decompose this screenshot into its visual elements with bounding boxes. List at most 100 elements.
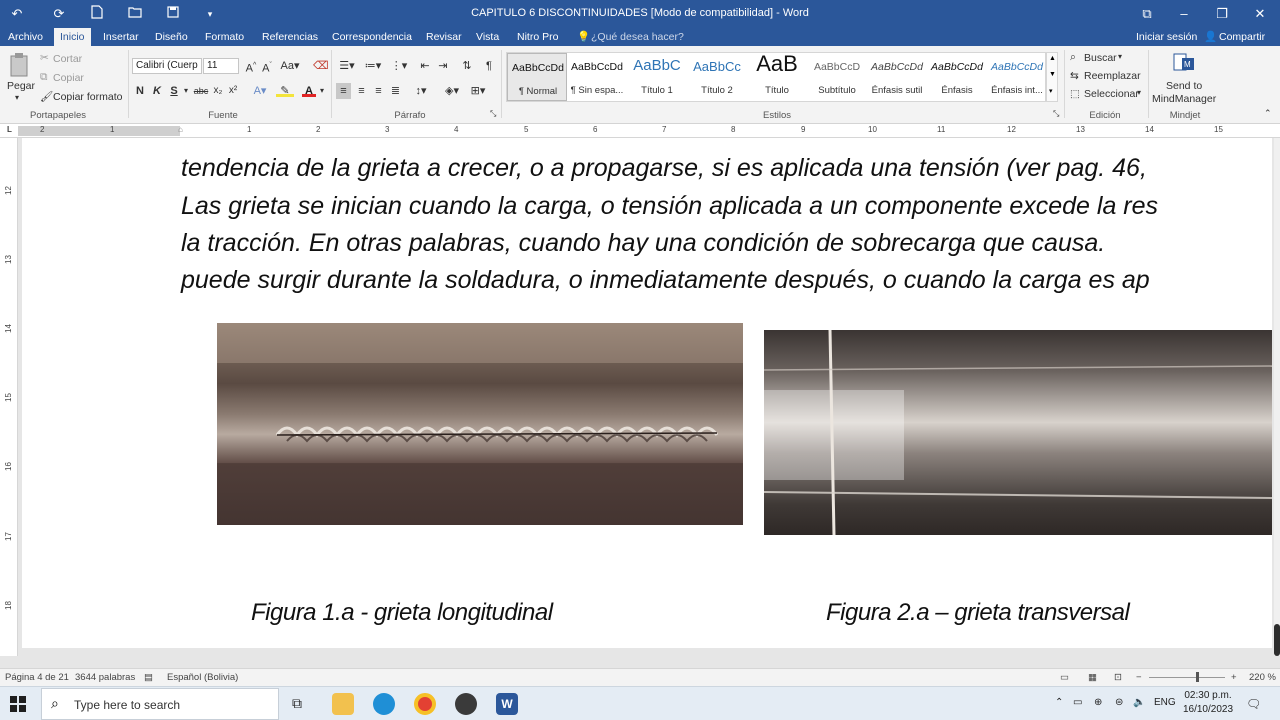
styles-gallery-scroll[interactable]: ▲ ▼ ▾ bbox=[1046, 52, 1058, 102]
file-explorer-icon[interactable] bbox=[332, 693, 354, 715]
maximize-button[interactable]: ❐ bbox=[1208, 4, 1236, 24]
sign-in-link[interactable]: Iniciar sesión bbox=[1136, 28, 1197, 46]
zoom-level[interactable]: 220 % bbox=[1249, 672, 1276, 683]
increase-indent-icon[interactable]: ⇥ bbox=[436, 58, 450, 74]
zoom-out-icon[interactable]: − bbox=[1136, 672, 1142, 683]
align-left-icon[interactable]: ≡ bbox=[336, 83, 351, 99]
style-subtle-emphasis[interactable]: AaBbCcDd Énfasis sutil bbox=[867, 53, 927, 101]
decrease-indent-icon[interactable]: ⇤ bbox=[418, 58, 432, 74]
sort-icon[interactable]: ⇅ bbox=[460, 58, 474, 74]
font-color-icon[interactable]: A bbox=[302, 83, 316, 97]
superscript-icon[interactable]: x² bbox=[227, 83, 239, 99]
windows-start-icon[interactable] bbox=[9, 695, 27, 713]
print-layout-icon[interactable]: ▦ bbox=[1088, 672, 1097, 683]
collapse-ribbon-icon[interactable]: ⌃ bbox=[1264, 108, 1272, 119]
align-center-icon[interactable]: ≡ bbox=[354, 83, 369, 99]
chevron-up-icon[interactable]: ▲ bbox=[1049, 55, 1056, 62]
find-button[interactable]: Buscar bbox=[1084, 52, 1117, 64]
taskbar-search-box[interactable]: ⌕ Type here to search bbox=[41, 688, 279, 720]
tell-me-search[interactable]: ¿Qué desea hacer? bbox=[591, 28, 684, 46]
font-color-dropdown-icon[interactable]: ▾ bbox=[318, 83, 326, 99]
input-language[interactable]: ENG bbox=[1154, 697, 1176, 708]
tab-formato[interactable]: Formato bbox=[199, 28, 250, 46]
notifications-icon[interactable]: 🗨 bbox=[1246, 697, 1261, 711]
tab-vista[interactable]: Vista bbox=[470, 28, 505, 46]
text-effects-icon[interactable]: A▾ bbox=[252, 83, 268, 99]
tab-referencias[interactable]: Referencias bbox=[256, 28, 324, 46]
style-intense-emphasis[interactable]: AaBbCcDd Énfasis int... bbox=[987, 53, 1047, 101]
paste-button[interactable]: Pegar bbox=[7, 80, 35, 92]
send-to-label[interactable]: Send to bbox=[1166, 80, 1202, 92]
minimize-button[interactable]: – bbox=[1170, 4, 1198, 24]
zoom-slider[interactable] bbox=[1149, 677, 1225, 678]
line-spacing-icon[interactable]: ↕▾ bbox=[410, 83, 432, 99]
paste-icon[interactable] bbox=[8, 52, 32, 78]
tab-insertar[interactable]: Insertar bbox=[97, 28, 145, 46]
style-heading-2[interactable]: AaBbCc Título 2 bbox=[687, 53, 747, 101]
style-no-spacing[interactable]: AaBbCcDd ¶ Sin espa... bbox=[567, 53, 627, 101]
strikethrough-icon[interactable]: abc bbox=[193, 83, 209, 99]
mindmanager-label[interactable]: MindManager bbox=[1152, 93, 1216, 105]
read-mode-icon[interactable]: ▭ bbox=[1060, 672, 1069, 683]
vertical-ruler[interactable]: 12 13 14 15 16 17 18 bbox=[0, 138, 18, 656]
battery-icon[interactable]: ▭ bbox=[1073, 697, 1082, 708]
bullets-icon[interactable]: ☰▾ bbox=[336, 58, 358, 74]
bold-button[interactable]: N bbox=[134, 83, 146, 99]
change-case-icon[interactable]: Aa▾ bbox=[280, 58, 300, 74]
underline-button[interactable]: S bbox=[168, 83, 180, 99]
paragraph-line[interactable]: puede surgir durante la soldadura, o inm… bbox=[181, 266, 1150, 295]
mindmanager-icon[interactable]: M bbox=[1172, 52, 1196, 76]
tab-diseno[interactable]: Diseño bbox=[149, 28, 194, 46]
tab-nitro-pro[interactable]: Nitro Pro bbox=[511, 28, 564, 46]
style-subtitle[interactable]: AaBbCcD Subtítulo bbox=[807, 53, 867, 101]
wifi-icon[interactable]: ⊜ bbox=[1115, 697, 1123, 708]
numbering-icon[interactable]: ≔▾ bbox=[362, 58, 384, 74]
zoom-in-icon[interactable]: + bbox=[1231, 672, 1237, 683]
chrome-icon[interactable] bbox=[414, 693, 436, 715]
shading-icon[interactable]: ◈▾ bbox=[441, 83, 463, 99]
style-emphasis[interactable]: AaBbCcDd Énfasis bbox=[927, 53, 987, 101]
style-normal[interactable]: AaBbCcDd ¶ Normal bbox=[507, 53, 567, 101]
shrink-font-icon[interactable]: Aˇ bbox=[260, 58, 274, 75]
format-painter-button[interactable]: Copiar formato bbox=[53, 91, 122, 103]
word-count[interactable]: 3644 palabras bbox=[75, 672, 135, 683]
zoom-slider-thumb[interactable] bbox=[1196, 672, 1199, 682]
select-button[interactable]: Seleccionar bbox=[1084, 88, 1139, 100]
styles-dialog-launcher-icon[interactable]: ⤡ bbox=[1053, 109, 1059, 119]
indent-marker-icon[interactable]: ⌂ bbox=[178, 125, 183, 134]
document-page[interactable]: tendencia de la grieta a crecer, o a pro… bbox=[22, 138, 1272, 648]
figure-longitudinal-crack-photo[interactable] bbox=[217, 323, 743, 525]
tab-archivo[interactable]: Archivo bbox=[2, 28, 49, 46]
horizontal-ruler[interactable]: L 2 1 ⌂ 1 2 3 4 5 6 7 8 9 10 11 12 13 14… bbox=[0, 124, 1280, 138]
dialog-launcher-icon[interactable]: ⤡ bbox=[490, 109, 496, 119]
share-button[interactable]: Compartir bbox=[1219, 28, 1265, 46]
paragraph-line[interactable]: Las grieta se inician cuando la carga, o… bbox=[181, 192, 1158, 221]
subscript-icon[interactable]: x₂ bbox=[212, 83, 224, 99]
underline-dropdown-icon[interactable]: ▾ bbox=[182, 83, 190, 99]
whatsapp-icon[interactable] bbox=[455, 693, 477, 715]
clear-formatting-icon[interactable]: ⌫ bbox=[313, 58, 329, 74]
align-right-icon[interactable]: ≡ bbox=[371, 83, 386, 99]
paragraph-line[interactable]: tendencia de la grieta a crecer, o a pro… bbox=[181, 154, 1147, 183]
more-styles-icon[interactable]: ▾ bbox=[1049, 87, 1053, 95]
grow-font-icon[interactable]: A^ bbox=[244, 58, 258, 75]
proofing-icon[interactable]: ▤ bbox=[144, 672, 153, 683]
style-title[interactable]: AaB Título bbox=[747, 51, 807, 101]
tab-inicio[interactable]: Inicio bbox=[54, 28, 91, 46]
multilevel-list-icon[interactable]: ⋮▾ bbox=[388, 58, 410, 74]
font-size-select[interactable]: 11 bbox=[203, 58, 239, 74]
language-indicator[interactable]: Español (Bolivia) bbox=[167, 672, 238, 683]
figure-transverse-crack-photo[interactable] bbox=[764, 330, 1272, 535]
system-clock[interactable]: 02:30 p.m. 16/10/2023 bbox=[1178, 689, 1238, 717]
tab-correspondencia[interactable]: Correspondencia bbox=[326, 28, 418, 46]
find-dropdown-icon[interactable]: ▾ bbox=[1118, 52, 1122, 61]
tab-revisar[interactable]: Revisar bbox=[420, 28, 468, 46]
word-taskbar-icon[interactable]: W bbox=[496, 693, 518, 715]
show-formatting-icon[interactable]: ¶ bbox=[482, 58, 496, 74]
select-dropdown-icon[interactable]: ▾ bbox=[1137, 88, 1141, 97]
justify-icon[interactable]: ≣ bbox=[388, 83, 403, 99]
chevron-up-icon[interactable]: ⌃ bbox=[1055, 697, 1063, 708]
vertical-scrollbar[interactable] bbox=[1274, 138, 1280, 656]
paste-dropdown-icon[interactable]: ▾ bbox=[15, 93, 19, 102]
ribbon-display-options-icon[interactable]: ⧉ bbox=[1133, 4, 1161, 24]
